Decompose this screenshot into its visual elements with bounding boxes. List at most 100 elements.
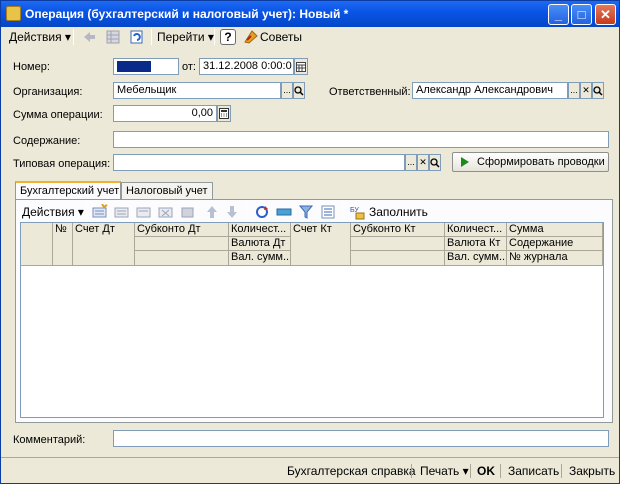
toolbar-separator xyxy=(73,29,74,45)
toolbar-separator xyxy=(342,204,343,220)
help-icon[interactable]: ? xyxy=(220,29,236,45)
table-actions-menu[interactable]: Действия ▾ xyxy=(22,203,84,221)
tips-button[interactable]: Советы xyxy=(260,28,302,46)
org-label: Организация: xyxy=(13,86,83,98)
column-header-content[interactable]: Содержание xyxy=(507,237,603,251)
typical-operation-label: Типовая операция: xyxy=(13,158,111,170)
recalculate-icon[interactable] xyxy=(254,204,270,220)
edit-row-icon[interactable] xyxy=(136,204,152,220)
column-header-subconto-kt[interactable]: Субконто Кт xyxy=(351,223,445,237)
toolbar-separator xyxy=(151,29,152,45)
magnifier-icon xyxy=(294,86,304,96)
column-icon[interactable] xyxy=(276,204,292,220)
column-header-qty-kt[interactable]: Количест... xyxy=(445,223,507,237)
play-icon xyxy=(461,157,469,167)
generate-entries-label: Сформировать проводки xyxy=(477,156,605,168)
ok-button[interactable]: OK xyxy=(477,461,495,481)
footer-separator xyxy=(470,464,471,478)
comment-field[interactable] xyxy=(113,430,609,447)
typical-clear-button[interactable]: ✕ xyxy=(417,154,429,171)
column-header-qty-dt[interactable]: Количест... xyxy=(229,223,291,237)
close-window-button[interactable]: ✕ xyxy=(595,4,616,25)
back-icon[interactable] xyxy=(81,29,97,45)
refresh-icon[interactable] xyxy=(129,29,145,45)
minimize-button[interactable]: _ xyxy=(548,4,569,25)
main-toolbar: Действия ▾ Перейти ▾ ? Советы xyxy=(3,27,617,47)
grid-icon[interactable] xyxy=(105,29,121,45)
footer-separator xyxy=(500,464,501,478)
app-icon xyxy=(6,6,21,21)
column-header-sum[interactable]: Сумма xyxy=(507,223,603,237)
list-settings-icon[interactable] xyxy=(320,204,336,220)
footer-separator xyxy=(411,464,412,478)
actions-menu[interactable]: Действия ▾ xyxy=(9,28,71,46)
sum-field[interactable]: 0,00 xyxy=(113,105,217,122)
column-header-account-dt[interactable]: Счет Дт xyxy=(73,223,135,266)
column-header-valsum-kt[interactable]: Вал. сумм... xyxy=(445,251,507,266)
responsible-clear-button[interactable]: ✕ xyxy=(580,82,592,99)
tab-accounting[interactable]: Бухгалтерский учет xyxy=(15,181,121,201)
save-button[interactable]: Записать xyxy=(508,461,559,481)
typical-open-button[interactable] xyxy=(429,154,441,171)
move-down-icon[interactable] xyxy=(224,204,240,220)
date-field[interactable]: 31.12.2008 0:00:0 xyxy=(199,58,294,75)
content-label: Содержание: xyxy=(13,135,81,147)
window-title: Операция (бухгалтерский и налоговый учет… xyxy=(25,7,349,21)
column-header-currency-kt[interactable]: Валюта Кт xyxy=(445,237,507,251)
tips-icon[interactable] xyxy=(243,29,259,45)
entries-table[interactable]: № Счет Дт Субконто Дт Количест... Валюта… xyxy=(20,222,604,418)
add-row-icon[interactable] xyxy=(92,204,108,220)
number-label: Номер: xyxy=(13,61,50,73)
fill-button[interactable]: Заполнить xyxy=(369,203,428,221)
delete-row-icon[interactable] xyxy=(158,204,174,220)
generate-entries-button[interactable]: Сформировать проводки xyxy=(452,152,609,172)
calendar-icon xyxy=(296,62,306,72)
footer-bar: Бухгалтерская справка Печать ▾ OK Записа… xyxy=(1,457,619,483)
magnifier-icon xyxy=(593,86,603,96)
column-header-journal[interactable]: № журнала xyxy=(507,251,603,266)
close-button[interactable]: Закрыть xyxy=(569,461,615,481)
print-menu-button[interactable]: Печать ▾ xyxy=(420,461,469,481)
org-open-button[interactable] xyxy=(293,82,305,99)
column-header-subconto-dt[interactable]: Субконто Дт xyxy=(135,223,229,237)
magnifier-icon xyxy=(430,158,440,168)
filter-icon[interactable] xyxy=(298,204,314,220)
date-label: от: xyxy=(182,61,196,73)
toolbar-separator xyxy=(86,204,87,220)
goto-menu[interactable]: Перейти ▾ xyxy=(157,28,214,46)
column-header-account-kt[interactable]: Счет Кт xyxy=(291,223,351,266)
number-field[interactable] xyxy=(113,58,179,75)
copy-row-icon[interactable] xyxy=(114,204,130,220)
footer-separator xyxy=(561,464,562,478)
column-header-num[interactable]: № xyxy=(53,223,73,266)
content-field[interactable] xyxy=(113,131,609,148)
sum-label: Сумма операции: xyxy=(13,109,103,121)
column-header-valsum-dt[interactable]: Вал. сумм... xyxy=(229,251,291,266)
column-header-subconto-dt-3 xyxy=(135,251,229,266)
calculator-button[interactable] xyxy=(217,105,231,122)
column-header-currency-dt[interactable]: Валюта Дт xyxy=(229,237,291,251)
tab-panel: Действия ▾ БУ Заполнить № Счет Дт Субкон… xyxy=(15,199,613,423)
calendar-button[interactable] xyxy=(294,58,308,75)
accounting-report-button[interactable]: Бухгалтерская справка xyxy=(287,461,416,481)
fill-icon[interactable]: БУ xyxy=(350,204,366,220)
org-select-button[interactable]: ... xyxy=(281,82,293,99)
org-field[interactable]: Мебельщик xyxy=(113,82,281,99)
typical-select-button[interactable]: ... xyxy=(405,154,417,171)
responsible-open-button[interactable] xyxy=(592,82,604,99)
row-indicator-header xyxy=(21,223,53,266)
number-selection xyxy=(117,61,151,72)
responsible-select-button[interactable]: ... xyxy=(568,82,580,99)
responsible-field[interactable]: Александр Александрович xyxy=(412,82,568,99)
column-header-subconto-kt-2 xyxy=(351,237,445,251)
end-edit-icon[interactable] xyxy=(180,204,196,220)
move-up-icon[interactable] xyxy=(204,204,220,220)
calculator-icon xyxy=(219,108,229,119)
maximize-button[interactable]: □ xyxy=(571,4,592,25)
toolbar-separator xyxy=(246,204,247,220)
comment-label: Комментарий: xyxy=(13,434,86,446)
typical-operation-field[interactable] xyxy=(113,154,405,171)
toolbar-separator xyxy=(214,29,215,45)
title-bar[interactable]: Операция (бухгалтерский и налоговый учет… xyxy=(1,1,619,27)
main-window: Операция (бухгалтерский и налоговый учет… xyxy=(0,0,620,484)
